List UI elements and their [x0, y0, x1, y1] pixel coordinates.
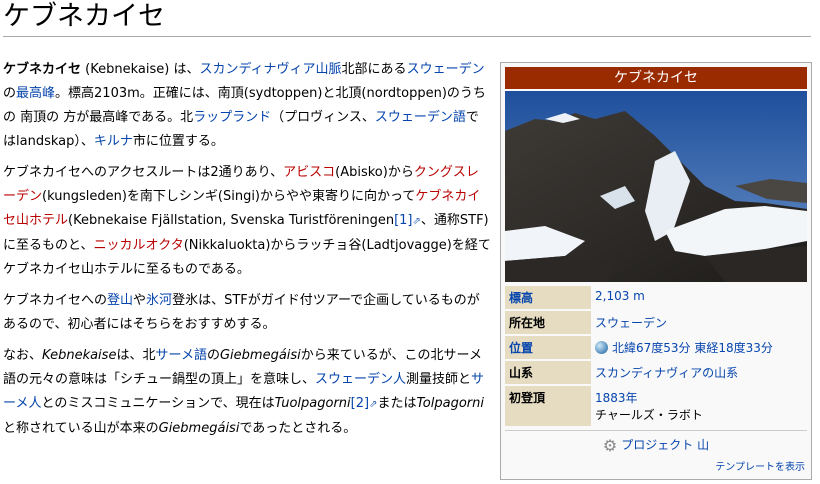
globe-icon[interactable] — [595, 341, 608, 354]
value-range[interactable]: スカンディナヴィアの山系 — [595, 366, 738, 380]
italic-term: Giebmegáisi — [158, 421, 240, 436]
infobox-label: 標高 — [505, 284, 591, 309]
value-location[interactable]: スウェーデン — [595, 316, 667, 330]
text: の — [206, 348, 220, 363]
infobox-row: 初登頂 1883年 チャールズ・ラボト — [505, 384, 807, 426]
value-first-ascent-person: チャールズ・ラボト — [595, 408, 703, 422]
link-sweden[interactable]: スウェーデン — [407, 62, 485, 77]
italic-term: Giebmegáisi — [219, 348, 301, 363]
paragraph-2: ケブネカイセへのアクセスルートは2通りあり、アビスコ(Abisko)からクングス… — [3, 161, 491, 282]
link-sami-language[interactable]: サーメ語 — [155, 348, 206, 363]
text: と称されている山が本来の — [3, 421, 159, 436]
link-scandinavian-mountains[interactable]: スカンディナヴィア山脈 — [199, 62, 341, 77]
paragraph-4: なお、Kebnekaiseは、北サーメ語のGiebmegáisiから来ているが、… — [3, 344, 491, 441]
text: ケブネカイセへのアクセスルートは2通りあり、 — [3, 165, 284, 180]
text: または — [377, 396, 417, 411]
page-title: ケブネカイセ — [3, 0, 811, 37]
text: (Kebnekaise) は、 — [81, 62, 200, 77]
paragraph-1: ケブネカイセ (Kebnekaise) は、スカンディナヴィア山脈北部にあるスウ… — [3, 58, 491, 154]
text: (Kebnekaise Fjällstation, Svenska Turist… — [68, 213, 395, 228]
text: (kungsleden)を南下しシンギ(Singi)からやや東寄りに向かって — [42, 189, 416, 204]
value-first-ascent-year[interactable]: 1883年 — [595, 391, 638, 405]
infobox-value: 2,103 m — [591, 284, 807, 309]
project-link-row: ⚙ プロジェクト 山 — [505, 430, 807, 455]
label-position[interactable]: 位置 — [509, 341, 533, 355]
ref-2[interactable]: [2] — [351, 396, 369, 411]
infobox-row: 標高 2,103 m — [505, 284, 807, 309]
link-swedes[interactable]: スウェーデン人 — [315, 372, 406, 387]
link-abisko[interactable]: アビスコ — [283, 165, 335, 180]
text: ケブネカイセへの — [3, 293, 108, 308]
italic-term: Kebnekaise — [42, 348, 117, 363]
infobox-value: スウェーデン — [591, 309, 807, 334]
infobox-value: 北緯67度53分 東経18度33分 — [591, 334, 807, 359]
label-elevation[interactable]: 標高 — [509, 291, 533, 305]
value-elevation[interactable]: 2,103 m — [595, 289, 645, 303]
infobox-table: 標高 2,103 m 所在地 スウェーデン 位置 北緯67度53分 東経18度3… — [505, 284, 807, 426]
infobox-label: 位置 — [505, 334, 591, 359]
link-nikkaluokta[interactable]: ニッカルオクタ — [93, 238, 183, 253]
link-glacier[interactable]: 氷河 — [146, 293, 172, 308]
label-range: 山系 — [505, 359, 591, 384]
text: 測量技師と — [406, 372, 472, 387]
link-swedish-language[interactable]: スウェーデン語 — [375, 110, 466, 125]
article-body: ケブネカイセ (Kebnekaise) は、スカンディナヴィア山脈北部にあるスウ… — [3, 58, 491, 448]
label-first-ascent: 初登頂 — [505, 384, 591, 426]
text: 市に位置する。 — [132, 134, 224, 149]
text: (Abisko)から — [335, 165, 414, 180]
text: なお、 — [3, 348, 43, 363]
link-kiruna[interactable]: キルナ — [94, 134, 133, 149]
infobox-header: ケブネカイセ — [505, 67, 807, 89]
mountain-photo[interactable] — [505, 91, 807, 282]
infobox-value: スカンディナヴィアの山系 — [591, 359, 807, 384]
value-coordinates[interactable]: 北緯67度53分 東経18度33分 — [612, 341, 773, 355]
link-climbing[interactable]: 登山 — [107, 293, 133, 308]
italic-term: Tuolpagorni — [274, 396, 351, 411]
ref-1[interactable]: [1] — [394, 213, 412, 228]
label-location: 所在地 — [505, 309, 591, 334]
text: であったとされる。 — [239, 421, 357, 436]
project-mountain-link[interactable]: プロジェクト 山 — [621, 438, 709, 452]
text: （プロヴィンス、 — [271, 110, 375, 125]
infobox-row: 山系 スカンディナヴィアの山系 — [505, 359, 807, 384]
text: は、北 — [116, 348, 156, 363]
infobox-row: 所在地 スウェーデン — [505, 309, 807, 334]
link-lapland[interactable]: ラップランド — [193, 110, 271, 125]
text: や — [133, 293, 147, 308]
infobox-row: 位置 北緯67度53分 東経18度33分 — [505, 334, 807, 359]
infobox-value: 1883年 チャールズ・ラボト — [591, 384, 807, 426]
italic-term: Tolpagorni — [416, 396, 484, 411]
text: の — [3, 86, 17, 101]
text: とのミスコミュニケーションで、現在は — [41, 396, 275, 411]
infobox: ケブネカイセ 標高 2,103 m 所在地 スウェーデン 位置 北緯67度53分… — [500, 62, 812, 480]
gear-icon: ⚙ — [602, 436, 618, 455]
link-highest-peak[interactable]: 最高峰 — [16, 86, 55, 101]
article-subject: ケブネカイセ — [3, 62, 82, 77]
text: 北部にある — [341, 62, 407, 77]
view-template-link[interactable]: テンプレートを表示 — [715, 458, 805, 473]
external-link-icon: ⇗ — [412, 216, 421, 227]
paragraph-3: ケブネカイセへの登山や氷河登氷は、STFがガイド付ツアーで企画しているものがある… — [3, 289, 491, 337]
